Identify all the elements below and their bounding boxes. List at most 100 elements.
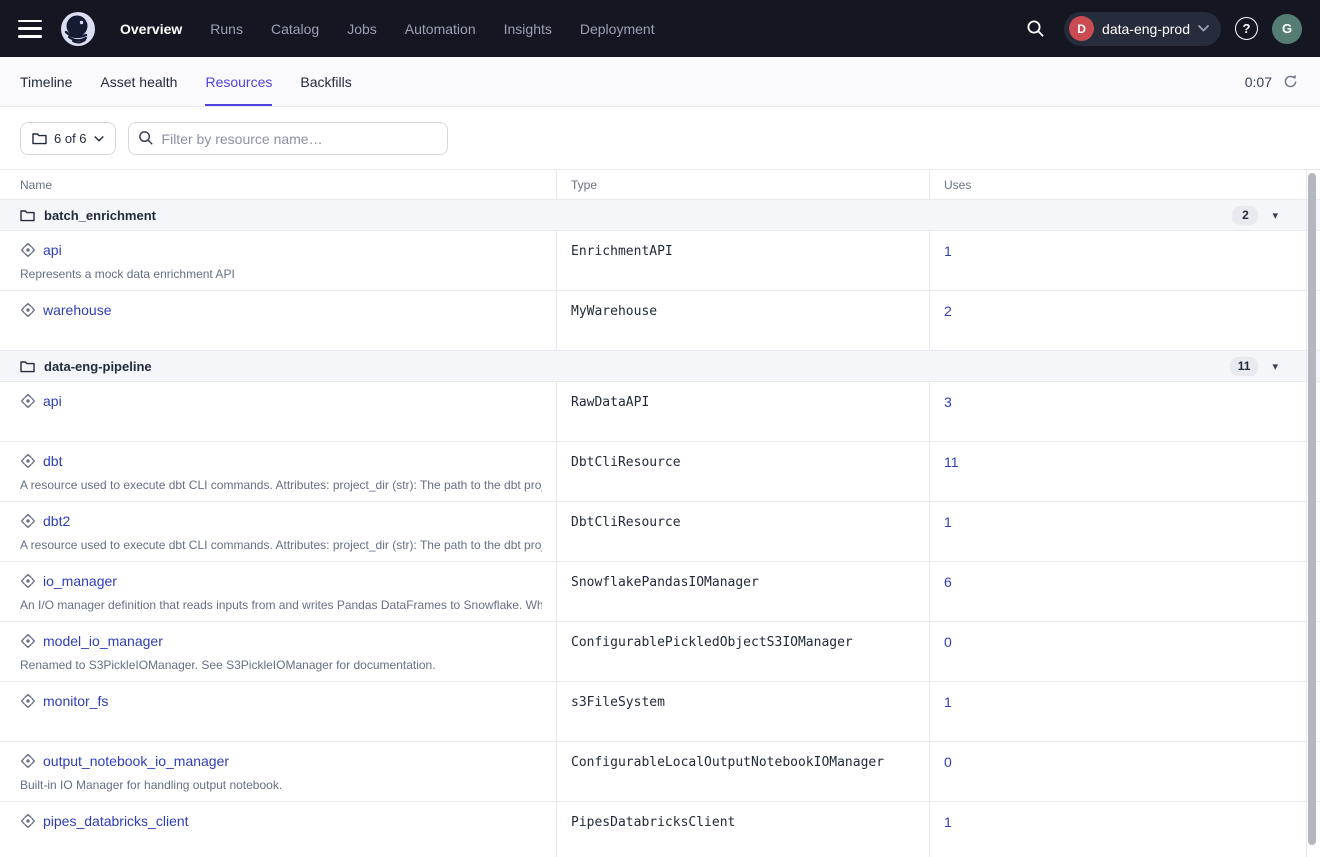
- resource-name-link[interactable]: model_io_manager: [43, 633, 163, 649]
- resource-filter-input[interactable]: [128, 122, 448, 155]
- resource-description: Represents a mock data enrichment API: [20, 267, 542, 281]
- top-navigation: Overview Runs Catalog Jobs Automation In…: [0, 0, 1320, 57]
- column-header-type: Type: [557, 170, 930, 199]
- resource-description: Built-in IO Manager for handling output …: [20, 778, 542, 792]
- collapse-caret-icon[interactable]: ▾: [1272, 360, 1278, 373]
- resource-type: EnrichmentAPI: [557, 231, 930, 290]
- resource-icon: [20, 573, 36, 589]
- resource-icon: [20, 393, 36, 409]
- resource-uses-link[interactable]: 2: [944, 303, 952, 319]
- resource-row-dbt2: dbt2 A resource used to execute dbt CLI c…: [0, 502, 1320, 562]
- tab-bar: Timeline Asset health Resources Backfill…: [0, 57, 1320, 107]
- resource-icon: [20, 633, 36, 649]
- resource-uses-link[interactable]: 11: [944, 454, 959, 470]
- resource-icon: [20, 242, 36, 258]
- group-row-data-eng-pipeline[interactable]: data-eng-pipeline 11 ▾: [0, 351, 1320, 382]
- vertical-scrollbar[interactable]: [1308, 173, 1316, 845]
- tab-resources[interactable]: Resources: [205, 57, 272, 106]
- column-header-uses: Uses: [930, 170, 1306, 199]
- resource-row-dbt: dbt A resource used to execute dbt CLI co…: [0, 442, 1320, 502]
- resource-description: A resource used to execute dbt CLI comma…: [20, 478, 542, 492]
- resource-icon: [20, 302, 36, 318]
- resource-row-warehouse: warehouse MyWarehouse 2: [0, 291, 1320, 351]
- nav-item-automation[interactable]: Automation: [405, 21, 476, 37]
- search-icon: [138, 130, 154, 151]
- search-icon[interactable]: [1020, 14, 1050, 44]
- collapse-caret-icon[interactable]: ▾: [1272, 209, 1278, 222]
- resource-name-link[interactable]: dbt: [43, 453, 62, 469]
- resource-uses-link[interactable]: 0: [944, 634, 952, 650]
- resource-uses-link[interactable]: 6: [944, 574, 952, 590]
- resource-type: SnowflakePandasIOManager: [557, 562, 930, 621]
- nav-item-overview[interactable]: Overview: [120, 21, 182, 37]
- refresh-timer: 0:07: [1245, 74, 1272, 90]
- resource-type: PipesDatabricksClient: [557, 802, 930, 857]
- resource-row-io_manager: io_managerAn I/O manager definition that…: [0, 562, 1320, 622]
- resource-icon: [20, 693, 36, 709]
- group-name: data-eng-pipeline: [44, 359, 152, 374]
- help-icon[interactable]: ?: [1235, 17, 1258, 40]
- resource-uses-link[interactable]: 1: [944, 514, 952, 530]
- nav-item-insights[interactable]: Insights: [504, 21, 552, 37]
- resource-name-link[interactable]: api: [43, 242, 62, 258]
- group-row-batch_enrichment[interactable]: batch_enrichment 2 ▾: [0, 200, 1320, 231]
- resource-name-link[interactable]: dbt2: [43, 513, 70, 529]
- resource-row-model_io_manager: model_io_manager Renamed to S3PickleIOMan…: [0, 622, 1320, 682]
- resource-type: DbtCliResource: [557, 442, 930, 501]
- tab-backfills[interactable]: Backfills: [300, 57, 351, 106]
- tab-asset-health[interactable]: Asset health: [100, 57, 177, 106]
- resource-type: s3FileSystem: [557, 682, 930, 741]
- column-header-name: Name: [0, 170, 557, 199]
- resource-icon: [20, 453, 36, 469]
- workspace-badge: D: [1069, 16, 1094, 41]
- resource-row-monitor_fs: monitor_fs s3FileSystem 1: [0, 682, 1320, 742]
- group-name: batch_enrichment: [44, 208, 156, 223]
- resources-table: Name Type Uses batch_enrichment 2 ▾ api Repr…: [0, 169, 1320, 857]
- workspace-name: data-eng-prod: [1102, 21, 1190, 37]
- code-location-filter-button[interactable]: 6 of 6: [20, 122, 116, 155]
- tab-timeline[interactable]: Timeline: [20, 57, 72, 106]
- resource-icon: [20, 513, 36, 529]
- nav-item-deployment[interactable]: Deployment: [580, 21, 655, 37]
- resource-name-link[interactable]: monitor_fs: [43, 693, 108, 709]
- refresh-icon[interactable]: [1280, 72, 1300, 92]
- resource-uses-link[interactable]: 1: [944, 694, 952, 710]
- chevron-down-icon: [94, 136, 104, 142]
- nav-item-runs[interactable]: Runs: [210, 21, 243, 37]
- folder-icon: [20, 209, 35, 222]
- resource-name-link[interactable]: api: [43, 393, 62, 409]
- table-header: Name Type Uses: [0, 170, 1320, 200]
- resource-row-output_notebook_io_manager: output_notebook_io_manager Built-in IO Ma…: [0, 742, 1320, 802]
- resource-description: A resource used to execute dbt CLI comma…: [20, 538, 542, 552]
- resource-uses-link[interactable]: 3: [944, 394, 952, 410]
- resource-type: ConfigurableLocalOutputNotebookIOManager: [557, 742, 930, 801]
- resource-type: MyWarehouse: [557, 291, 930, 350]
- resource-row-pipes_databricks_client: pipes_databricks_client PipesDatabricksCl…: [0, 802, 1320, 857]
- resource-name-link[interactable]: output_notebook_io_manager: [43, 753, 229, 769]
- resource-type: ConfigurablePickledObjectS3IOManager: [557, 622, 930, 681]
- folder-icon: [20, 360, 35, 373]
- filter-row: 6 of 6: [0, 107, 1320, 169]
- workspace-switcher[interactable]: D data-eng-prod: [1064, 12, 1221, 46]
- dagster-logo-icon[interactable]: [60, 11, 96, 47]
- resource-description: Renamed to S3PickleIOManager. See S3Pick…: [20, 658, 542, 672]
- resource-uses-link[interactable]: 1: [944, 243, 952, 259]
- resource-row-api: api Represents a mock data enrichment API…: [0, 231, 1320, 291]
- resource-name-link[interactable]: pipes_databricks_client: [43, 813, 189, 829]
- resource-row-api: apiRawDataAPI3: [0, 382, 1320, 442]
- chevron-down-icon: [1198, 25, 1209, 32]
- resource-name-link[interactable]: warehouse: [43, 302, 112, 318]
- resource-uses-link[interactable]: 0: [944, 754, 952, 770]
- folder-icon: [32, 132, 47, 145]
- menu-icon[interactable]: [18, 20, 42, 38]
- resource-uses-link[interactable]: 1: [944, 814, 952, 830]
- resource-type: DbtCliResource: [557, 502, 930, 561]
- resource-icon: [20, 813, 36, 829]
- user-avatar[interactable]: G: [1272, 14, 1302, 44]
- resource-name-link[interactable]: io_manager: [43, 573, 117, 589]
- group-count-badge: 2: [1232, 206, 1258, 225]
- nav-item-jobs[interactable]: Jobs: [347, 21, 377, 37]
- nav-item-catalog[interactable]: Catalog: [271, 21, 319, 37]
- group-count-badge: 11: [1230, 357, 1259, 376]
- nav-links: Overview Runs Catalog Jobs Automation In…: [120, 21, 655, 37]
